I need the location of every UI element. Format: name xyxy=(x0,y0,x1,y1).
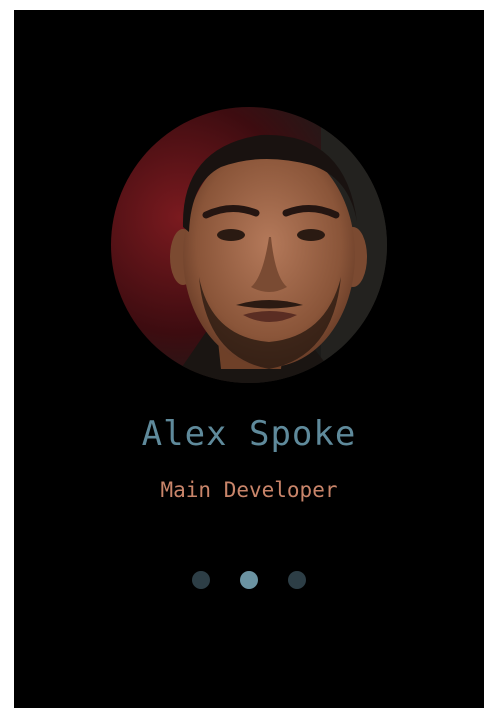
profile-role: Main Developer xyxy=(160,478,338,502)
avatar-photo xyxy=(111,107,387,383)
avatar xyxy=(111,107,387,383)
carousel-dot-1[interactable] xyxy=(192,571,210,589)
profile-name: Alex Spoke xyxy=(141,414,357,454)
profile-card: Alex Spoke Main Developer xyxy=(14,10,484,708)
carousel-dots xyxy=(14,571,484,589)
carousel-dot-2[interactable] xyxy=(240,571,258,589)
carousel-dot-3[interactable] xyxy=(288,571,306,589)
